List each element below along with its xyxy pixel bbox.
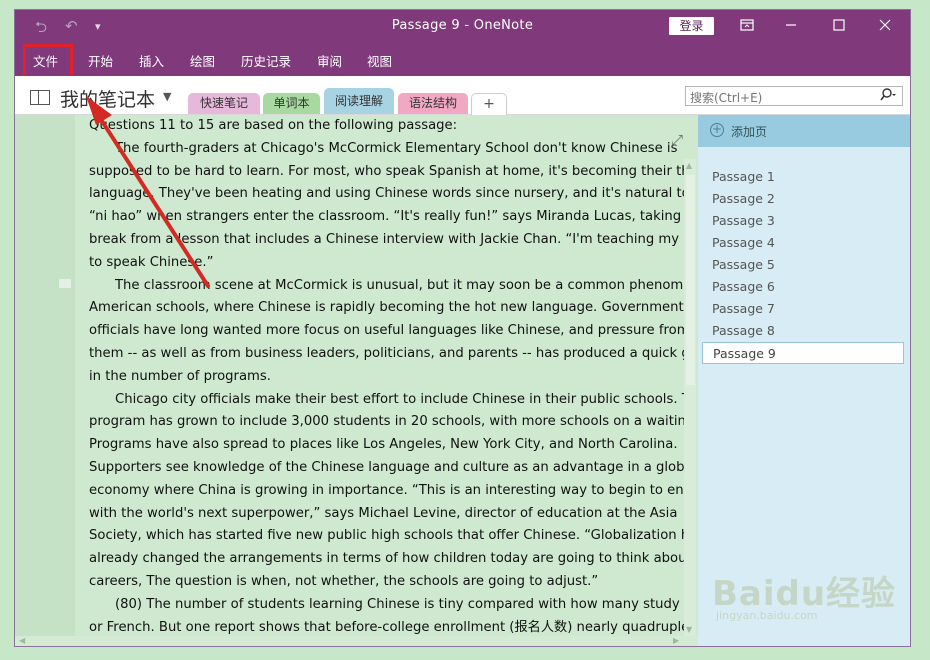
text-line: to speak Chinese.” <box>89 254 214 270</box>
text-line: them -- as well as from business leaders… <box>89 345 684 361</box>
text-line: supposed to be hard to learn. For most, … <box>89 163 684 179</box>
page-item[interactable]: Passage 9 <box>702 342 904 364</box>
text-line: officials have long wanted more focus on… <box>89 323 684 339</box>
note-text[interactable]: Questions 11 to 15 are based on the foll… <box>89 115 684 639</box>
ribbon-tabs: 文件 开始 插入 绘图 历史记录 审阅 视图 <box>15 43 910 76</box>
text-line: in the number of programs. <box>89 368 271 384</box>
page-content[interactable]: Questions 11 to 15 are based on the foll… <box>15 115 698 646</box>
add-section-button[interactable]: + <box>471 93 507 115</box>
baidu-watermark: Baidu经验 jingyan.baidu.com <box>712 566 896 622</box>
minimize-icon[interactable] <box>771 15 811 37</box>
horizontal-scrollbar[interactable] <box>15 636 698 646</box>
tab-history[interactable]: 历史记录 <box>241 51 291 70</box>
text-line: The classroom scene at McCormick is unus… <box>115 277 684 293</box>
text-line: program has grown to include 3,000 stude… <box>89 414 684 430</box>
search-box[interactable] <box>685 86 903 107</box>
page-item[interactable]: Passage 6 <box>702 276 904 298</box>
scrollbar-thumb[interactable] <box>686 175 695 385</box>
scroll-right-icon[interactable]: ▶ <box>673 636 679 645</box>
page-item[interactable]: Passage 2 <box>702 188 904 210</box>
text-line: Questions 11 to 15 are based on the foll… <box>89 118 458 133</box>
page-item[interactable]: Passage 4 <box>702 232 904 254</box>
chevron-down-icon[interactable]: ▼ <box>163 90 171 103</box>
page-item[interactable]: Passage 5 <box>702 254 904 276</box>
text-line: “ni hao” when strangers enter the classr… <box>89 209 684 225</box>
page-item[interactable]: Passage 7 <box>702 298 904 320</box>
paragraph-handle[interactable] <box>59 279 71 288</box>
login-button[interactable]: 登录 <box>669 17 714 35</box>
maximize-icon[interactable] <box>819 15 859 37</box>
tab-home[interactable]: 开始 <box>88 51 113 70</box>
section-tab-vocabulary[interactable]: 单词本 <box>263 93 320 114</box>
text-line: (80) The number of students learning Chi… <box>115 596 684 612</box>
notebook-name[interactable]: 我的笔记本 <box>60 85 155 112</box>
notebook-bar: 我的笔记本 ▼ 快速笔记 单词本 阅读理解 语法结构 + <box>15 76 910 115</box>
onenote-window: ⮌ ↶ ▾ Passage 9 - OneNote 登录 文件 开始 插入 绘图… <box>15 10 910 646</box>
scroll-down-icon[interactable]: ▼ <box>686 625 692 634</box>
tab-view[interactable]: 视图 <box>367 51 392 70</box>
text-line: break from a lesson that includes a Chin… <box>89 231 684 247</box>
expand-icon[interactable]: ⤢ <box>671 131 683 149</box>
scroll-left-icon[interactable]: ◀ <box>19 636 25 645</box>
page-margin <box>15 115 75 646</box>
text-line: American schools, where Chinese is rapid… <box>89 300 684 316</box>
text-line: economy where China is growing in import… <box>89 482 684 498</box>
text-line: The fourth-graders at Chicago's McCormic… <box>115 140 678 156</box>
section-tab-quick-notes[interactable]: 快速笔记 <box>188 93 260 114</box>
ribbon-display-icon[interactable] <box>727 15 767 37</box>
text-line: already changed the arrangements in term… <box>89 551 684 567</box>
search-input[interactable] <box>686 89 864 107</box>
text-line: language. They've been heating and using… <box>89 186 684 202</box>
section-tab-reading[interactable]: 阅读理解 <box>324 88 394 114</box>
text-line: careers, The question is when, not wheth… <box>89 573 599 589</box>
tab-draw[interactable]: 绘图 <box>190 51 215 70</box>
page-item[interactable]: Passage 1 <box>702 166 904 188</box>
page-item[interactable]: Passage 8 <box>702 320 904 342</box>
watermark-logo: Baidu经验 <box>712 574 897 614</box>
title-bar: ⮌ ↶ ▾ Passage 9 - OneNote 登录 <box>15 10 910 43</box>
tab-review[interactable]: 审阅 <box>317 51 342 70</box>
text-line: Programs have also spread to places like… <box>89 437 678 453</box>
tab-insert[interactable]: 插入 <box>139 51 164 70</box>
notebook-icon[interactable] <box>30 90 50 105</box>
add-icon: + <box>710 122 724 137</box>
search-icon[interactable] <box>880 88 898 105</box>
text-line: with the world's next superpower,” says … <box>89 505 678 521</box>
text-line: Supporters see knowledge of the Chinese … <box>89 459 684 475</box>
add-page-button[interactable]: + 添加页 <box>698 115 910 147</box>
add-page-label: 添加页 <box>731 125 768 139</box>
close-icon[interactable] <box>865 15 905 37</box>
text-line: Chicago city officials make their best e… <box>115 391 684 407</box>
scroll-up-icon[interactable]: ▲ <box>686 161 692 170</box>
page-item[interactable]: Passage 3 <box>702 210 904 232</box>
section-tab-grammar[interactable]: 语法结构 <box>398 93 468 114</box>
text-line: Society, which has started five new publ… <box>89 528 684 544</box>
